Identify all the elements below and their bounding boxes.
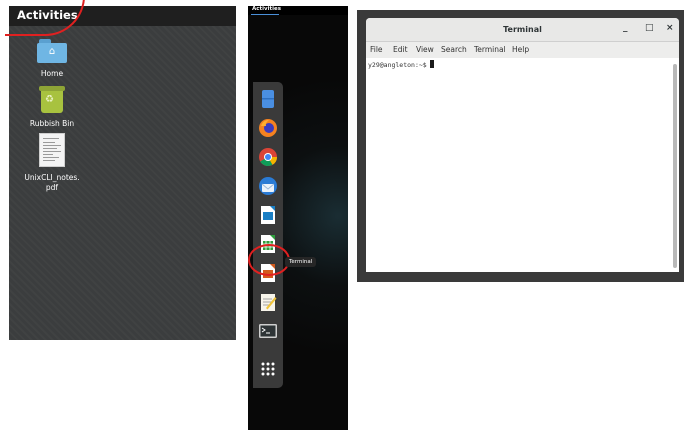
desktop-item-rubbish-bin[interactable]: ♻ Rubbish Bin — [17, 86, 87, 129]
pdf-document-icon — [39, 133, 65, 167]
desktop-item-label: Rubbish Bin — [29, 119, 75, 128]
desktop-panel: Activities ⌂ Home ♻ Rubbish Bin UnixCLI_… — [5, 0, 236, 340]
chrome-icon[interactable] — [257, 146, 279, 168]
files-icon[interactable] — [257, 88, 279, 110]
minimize-button[interactable]: _ — [623, 23, 628, 33]
home-folder-icon: ⌂ — [37, 39, 67, 63]
red-annotation-circle — [5, 0, 85, 36]
desktop-item-label: UnixCLI_notes. — [24, 173, 80, 182]
menu-file[interactable]: File — [370, 45, 383, 54]
show-apps-icon[interactable] — [257, 358, 279, 380]
menu-bar: File Edit View Search Terminal Help — [366, 42, 679, 58]
firefox-icon[interactable] — [257, 117, 279, 139]
trash-icon: ♻ — [39, 86, 65, 113]
prompt-text: y29@angleton:~$ — [368, 61, 427, 69]
desktop-item-home[interactable]: ⌂ Home — [17, 39, 87, 79]
desktop-item-pdf[interactable]: UnixCLI_notes. pdf — [17, 133, 87, 193]
terminal-window-frame: Terminal _ □ × File Edit View Search Ter… — [357, 10, 684, 282]
scrollbar[interactable] — [673, 64, 677, 268]
activities-button[interactable]: Activities — [252, 6, 281, 12]
menu-help[interactable]: Help — [512, 45, 529, 54]
active-indicator — [251, 14, 279, 15]
red-annotation-circle — [248, 244, 290, 276]
text-cursor — [429, 60, 434, 68]
terminal-window[interactable]: Terminal _ □ × File Edit View Search Ter… — [366, 18, 679, 272]
activities-overview: Activities Terminal — [248, 6, 348, 430]
desktop-item-label: pdf — [45, 183, 59, 192]
dash-dock — [253, 82, 283, 388]
menu-edit[interactable]: Edit — [393, 45, 408, 54]
writer-icon[interactable] — [257, 204, 279, 226]
menu-terminal[interactable]: Terminal — [474, 45, 506, 54]
menu-view[interactable]: View — [416, 45, 434, 54]
thunderbird-icon[interactable] — [257, 175, 279, 197]
top-bar: Activities — [248, 6, 348, 15]
maximize-button[interactable]: □ — [645, 23, 654, 33]
text-editor-icon[interactable] — [257, 291, 279, 313]
terminal-prompt[interactable]: y29@angleton:~$ — [368, 60, 434, 69]
terminal-icon[interactable] — [257, 320, 279, 342]
close-button[interactable]: × — [666, 23, 674, 33]
desktop-item-label: Home — [40, 69, 64, 78]
title-bar[interactable]: Terminal _ □ × — [366, 18, 679, 42]
menu-search[interactable]: Search — [441, 45, 467, 54]
window-title: Terminal — [503, 25, 542, 34]
terminal-tooltip: Terminal — [285, 257, 317, 267]
